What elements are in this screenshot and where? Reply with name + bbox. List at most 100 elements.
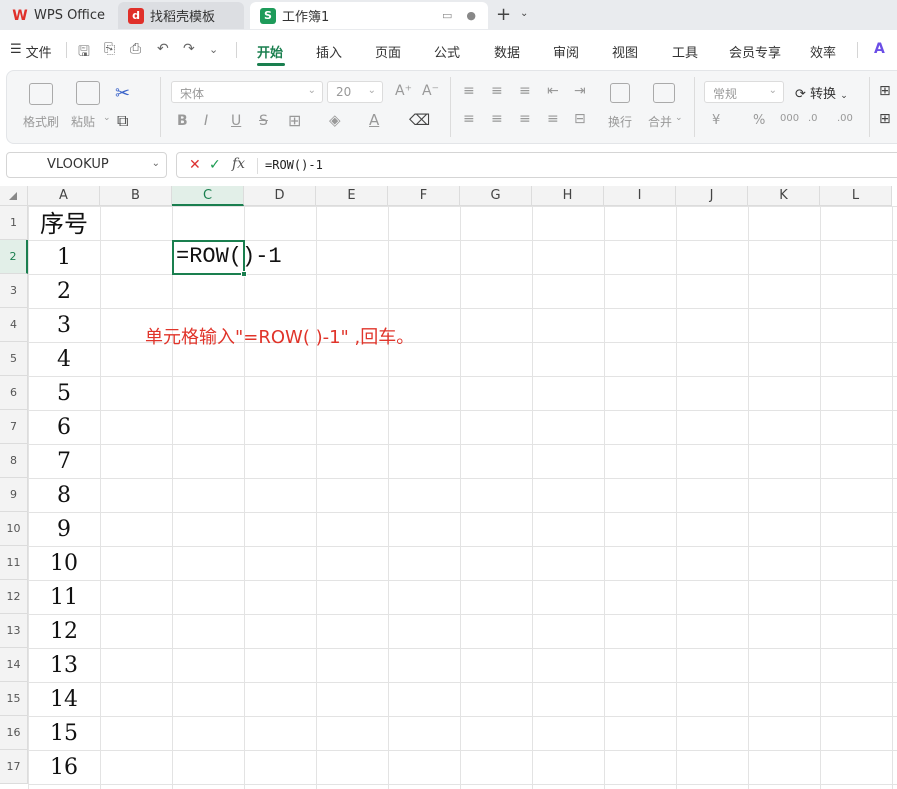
cut-icon[interactable]: ✂: [115, 83, 130, 104]
column-header-h[interactable]: H: [532, 186, 604, 206]
justify-icon[interactable]: ≡: [547, 111, 559, 127]
row-header-9[interactable]: 9: [0, 478, 28, 512]
paste-label[interactable]: 粘贴: [71, 113, 95, 130]
convert-button[interactable]: ⟳ 转换 ⌄: [795, 83, 848, 102]
row-header-12[interactable]: 12: [0, 580, 28, 614]
cell-a-value[interactable]: 1: [28, 242, 100, 276]
merge-cells-label[interactable]: 合并: [648, 113, 672, 130]
column-header-f[interactable]: F: [388, 186, 460, 206]
column-header-b[interactable]: B: [100, 186, 172, 206]
cell-a-value[interactable]: 15: [28, 718, 100, 752]
column-header-l[interactable]: L: [820, 186, 892, 206]
cell-a-value[interactable]: 16: [28, 752, 100, 786]
cell-area[interactable]: [28, 206, 897, 789]
column-header-k[interactable]: K: [748, 186, 820, 206]
row-header-11[interactable]: 11: [0, 546, 28, 580]
cell-a-value[interactable]: 6: [28, 412, 100, 446]
row-header-4[interactable]: 4: [0, 308, 28, 342]
print-icon[interactable]: ⎙: [130, 41, 141, 57]
paste-icon[interactable]: [76, 81, 100, 105]
row-header-13[interactable]: 13: [0, 614, 28, 648]
row-header-5[interactable]: 5: [0, 342, 28, 376]
increase-decimal-icon[interactable]: .0: [808, 113, 818, 124]
chevron-down-icon[interactable]: ⌄: [209, 43, 218, 56]
distributed-icon[interactable]: ⊟: [574, 111, 586, 127]
align-center-icon[interactable]: ≡: [491, 111, 503, 127]
file-menu[interactable]: ☰ 文件: [10, 42, 52, 61]
redo-icon[interactable]: ↷: [183, 41, 195, 57]
confirm-icon[interactable]: ✓: [209, 157, 221, 173]
format-painter-icon[interactable]: [29, 83, 53, 105]
align-top-icon[interactable]: ≡: [463, 83, 475, 99]
spreadsheet-grid[interactable]: ABCDEFGHIJKL 1 2 3 4 5 6 7 8 9 10 11 12 13 14 15 16 17 序…: [0, 186, 897, 789]
menu-view[interactable]: 视图: [612, 42, 638, 61]
decrease-decimal-icon[interactable]: .00: [837, 113, 853, 124]
indent-decrease-icon[interactable]: ⇤: [547, 83, 559, 99]
tab-docer-templates[interactable]: d 找稻壳模板: [118, 2, 244, 29]
row-header-2[interactable]: 2: [0, 240, 28, 274]
cell-a-value[interactable]: 3: [28, 310, 100, 344]
percent-icon[interactable]: %: [753, 113, 765, 128]
menu-page[interactable]: 页面: [375, 42, 401, 61]
cell-a-value[interactable]: 13: [28, 650, 100, 684]
menu-tools[interactable]: 工具: [672, 42, 698, 61]
merge-cells-icon[interactable]: [653, 83, 675, 103]
cell-a-value[interactable]: 7: [28, 446, 100, 480]
row-header-8[interactable]: 8: [0, 444, 28, 478]
bold-icon[interactable]: B: [177, 113, 188, 129]
align-left-icon[interactable]: ≡: [463, 111, 475, 127]
underline-icon[interactable]: U: [231, 113, 241, 129]
copy-icon[interactable]: ⧉: [117, 111, 128, 131]
cell-a-value[interactable]: 11: [28, 582, 100, 616]
monitor-icon[interactable]: ▭: [442, 9, 452, 22]
wrap-text-label[interactable]: 换行: [608, 113, 632, 130]
menu-efficiency[interactable]: 效率: [810, 42, 836, 61]
row-header-16[interactable]: 16: [0, 716, 28, 750]
thousands-icon[interactable]: 000: [780, 113, 799, 124]
cell-a-value[interactable]: 4: [28, 344, 100, 378]
select-all-corner[interactable]: [0, 186, 28, 206]
cell-a-value[interactable]: 5: [28, 378, 100, 412]
formula-input[interactable]: =ROW()-1: [265, 158, 323, 172]
number-format-select[interactable]: 常规 ⌄: [704, 81, 784, 103]
tab-wps-office[interactable]: W WPS Office: [6, 2, 112, 29]
wrap-text-icon[interactable]: [610, 83, 630, 103]
row-header-3[interactable]: 3: [0, 274, 28, 308]
cell-a-value[interactable]: 9: [28, 514, 100, 548]
ai-logo-icon[interactable]: A: [874, 41, 885, 57]
name-box[interactable]: VLOOKUP ⌄: [6, 152, 167, 178]
table-style-icon[interactable]: ⊞: [879, 111, 891, 127]
row-header-17[interactable]: 17: [0, 750, 28, 784]
cell-a1-header[interactable]: 序号: [28, 208, 100, 242]
column-header-i[interactable]: I: [604, 186, 676, 206]
font-name-select[interactable]: 宋体 ⌄: [171, 81, 323, 103]
font-size-select[interactable]: 20 ⌄: [327, 81, 383, 103]
format-painter-label[interactable]: 格式刷: [23, 113, 59, 130]
row-header-6[interactable]: 6: [0, 376, 28, 410]
export-pdf-icon[interactable]: ⎘: [104, 41, 115, 57]
column-header-j[interactable]: J: [676, 186, 748, 206]
increase-font-icon[interactable]: A⁺: [395, 83, 412, 99]
cell-a-value[interactable]: 10: [28, 548, 100, 582]
align-right-icon[interactable]: ≡: [519, 111, 531, 127]
font-color-icon[interactable]: A: [369, 111, 379, 129]
chevron-down-icon[interactable]: ⌄: [675, 113, 683, 123]
italic-icon[interactable]: I: [204, 113, 208, 129]
menu-formula[interactable]: 公式: [434, 42, 460, 61]
column-header-c[interactable]: C: [172, 186, 244, 206]
row-header-1[interactable]: 1: [0, 206, 28, 240]
menu-review[interactable]: 审阅: [553, 42, 579, 61]
clear-format-icon[interactable]: ⌫: [409, 111, 430, 129]
column-header-e[interactable]: E: [316, 186, 388, 206]
cancel-icon[interactable]: ✕: [189, 157, 201, 173]
unsaved-dot-icon[interactable]: ●: [466, 9, 476, 22]
column-header-a[interactable]: A: [28, 186, 100, 206]
cell-a-value[interactable]: 14: [28, 684, 100, 718]
border-icon[interactable]: ⊞: [288, 111, 301, 130]
fill-handle[interactable]: [241, 271, 247, 277]
menu-data[interactable]: 数据: [494, 42, 520, 61]
chevron-down-icon[interactable]: ⌄: [520, 8, 528, 19]
insert-function-icon[interactable]: fx: [232, 156, 245, 172]
decrease-font-icon[interactable]: A⁻: [422, 83, 439, 99]
column-header-d[interactable]: D: [244, 186, 316, 206]
